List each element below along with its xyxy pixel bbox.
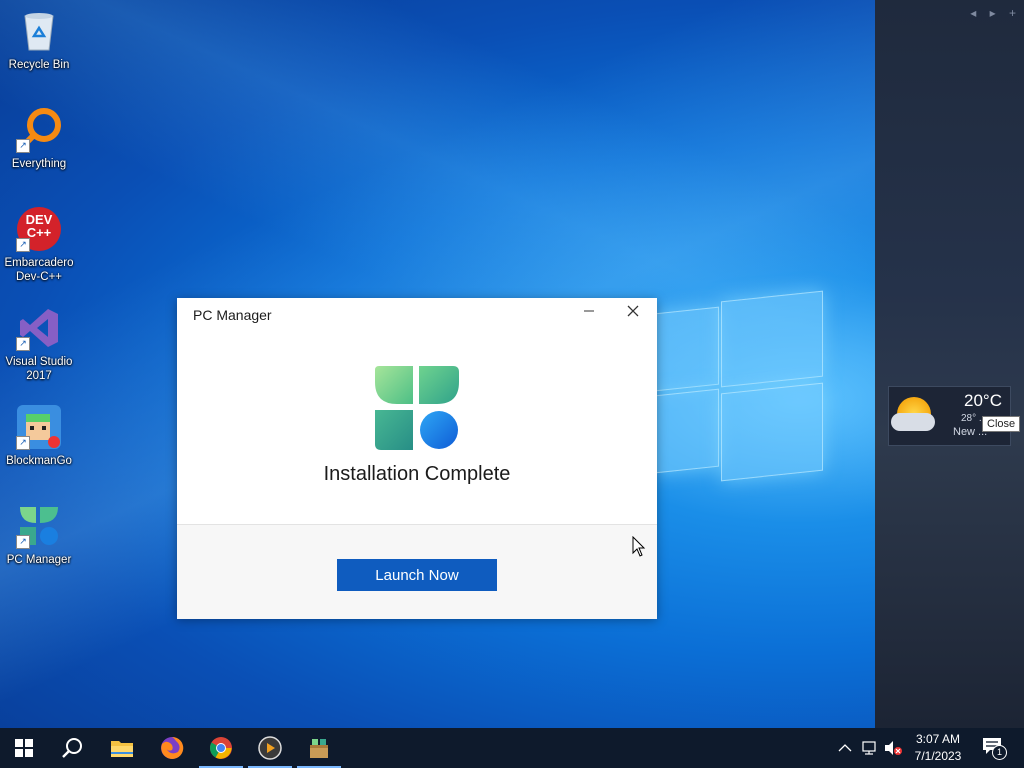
devcpp-icon: DEV C++ ↗ (16, 206, 62, 252)
shortcut-arrow-icon: ↗ (16, 436, 30, 450)
chrome-button[interactable] (197, 728, 245, 768)
file-explorer-button[interactable] (98, 728, 146, 768)
minimize-button[interactable] (577, 298, 601, 328)
windows-logo-wallpaper (655, 288, 825, 482)
close-tooltip: Close (982, 416, 1021, 432)
start-icon (15, 739, 33, 757)
devcpp-logo-text: DEV C++ (25, 212, 53, 240)
show-hidden-icons[interactable] (838, 728, 852, 768)
dialog-title: PC Manager (193, 307, 272, 323)
recycle-bin-icon (16, 8, 62, 54)
blockmango-icon: ↗ (16, 404, 62, 450)
desktop-icon-blockmango[interactable]: ↗ BlockmanGo (0, 404, 78, 468)
desktop-icon-recycle-bin[interactable]: Recycle Bin (0, 8, 78, 72)
pc-manager-icon: ↗ (16, 503, 62, 549)
media-player-button[interactable] (246, 728, 294, 768)
pc-manager-installer-icon (310, 739, 328, 758)
desktop-icon-everything[interactable]: ↗ Everything (0, 107, 78, 171)
file-explorer-icon (111, 741, 133, 757)
shortcut-arrow-icon: ↗ (16, 337, 30, 351)
cloud-icon (891, 413, 935, 431)
add-icon[interactable]: + (1009, 6, 1016, 20)
start-button[interactable] (0, 728, 48, 768)
visual-studio-icon: ↗ (16, 305, 62, 351)
desktop-icon-pc-manager[interactable]: ↗ PC Manager (0, 503, 78, 567)
icon-label: PC Manager (6, 554, 72, 566)
search-button[interactable] (48, 728, 96, 768)
firefox-button[interactable] (148, 728, 196, 768)
icon-label: BlockmanGo (6, 455, 72, 467)
icon-label: Recycle Bin (8, 59, 70, 71)
dialog-footer: Launch Now (177, 524, 657, 619)
search-icon (62, 738, 82, 758)
pc-manager-dialog: PC Manager Installation Complete Launch … (177, 298, 657, 619)
next-arrow-icon[interactable]: ▸ (990, 6, 996, 20)
shortcut-arrow-icon: ↗ (16, 139, 30, 153)
right-side-panel: ◂ ▸ + (875, 0, 1024, 728)
network-status[interactable] (862, 728, 880, 768)
prev-arrow-icon[interactable]: ◂ (970, 6, 976, 20)
launch-now-button[interactable]: Launch Now (337, 559, 497, 591)
shortcut-arrow-icon: ↗ (16, 535, 30, 549)
chevron-up-icon (838, 744, 852, 752)
chrome-icon (210, 737, 232, 759)
close-icon (627, 305, 639, 317)
clock-time: 3:07 AM (915, 732, 961, 746)
media-player-icon (258, 736, 282, 760)
close-button[interactable] (621, 298, 645, 328)
pc-manager-installer-button[interactable] (295, 728, 343, 768)
volume-muted-icon (885, 741, 902, 755)
action-center-button[interactable]: 1 (982, 728, 1007, 768)
desktop-icon-visual-studio[interactable]: ↗ Visual Studio 2017 (0, 305, 78, 383)
mouse-cursor-icon (632, 535, 646, 563)
temperature: 20°C (964, 391, 1002, 410)
icon-label: Everything (11, 158, 67, 170)
minimize-icon (584, 310, 594, 312)
panel-nav: ◂ ▸ + (960, 6, 1016, 20)
desktop-icon-devcpp[interactable]: DEV C++ ↗ Embarcadero Dev-C++ (0, 206, 78, 284)
pc-manager-logo (373, 364, 461, 457)
installation-heading: Installation Complete (323, 463, 511, 485)
network-icon (862, 741, 876, 755)
shortcut-arrow-icon: ↗ (16, 238, 30, 252)
icon-label: Embarcadero Dev-C++ (4, 257, 74, 283)
icon-label: Visual Studio 2017 (5, 356, 73, 382)
firefox-icon (161, 736, 184, 759)
system-clock[interactable]: 3:07 AM 7/1/2023 (906, 731, 970, 765)
taskbar: 3:07 AM 7/1/2023 1 (0, 728, 1024, 768)
clock-date: 7/1/2023 (914, 749, 962, 763)
volume-status[interactable] (884, 728, 902, 768)
everything-search-icon: ↗ (16, 107, 62, 153)
notification-count-badge: 1 (992, 745, 1007, 760)
